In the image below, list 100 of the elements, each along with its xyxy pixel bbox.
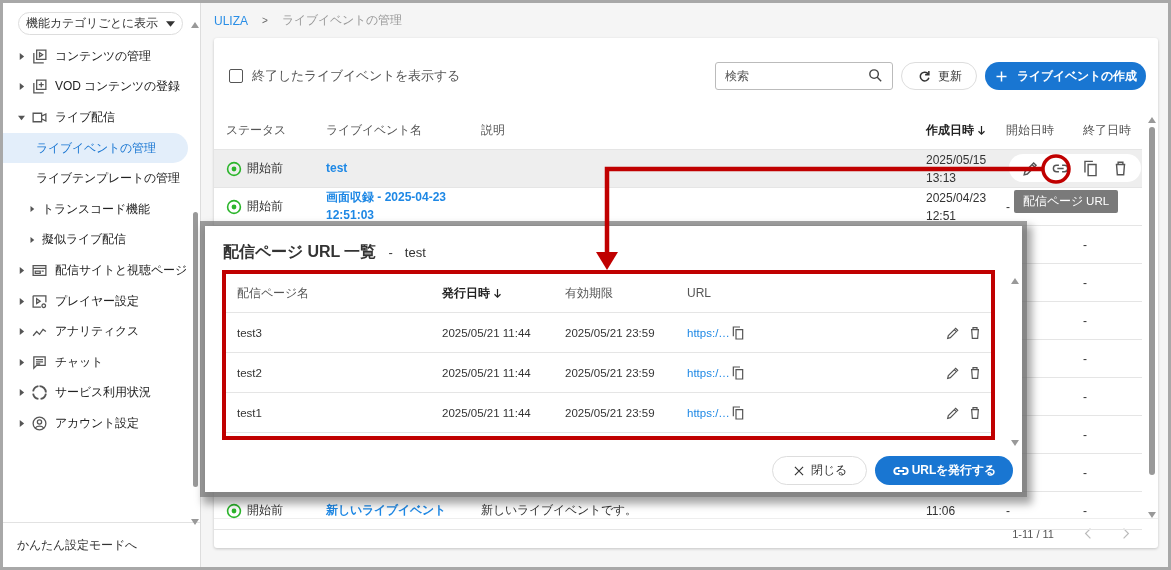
column-header[interactable]: 説明 — [481, 122, 926, 139]
nav-item[interactable]: ライブ配信 — [3, 102, 188, 133]
page-name: test2 — [237, 366, 263, 379]
sort-down-icon — [977, 125, 986, 136]
scroll-up-icon[interactable] — [1148, 117, 1156, 123]
start-date: - — [1006, 503, 1010, 518]
search-icon — [867, 67, 884, 84]
nav-item[interactable]: プレイヤー設定 — [3, 285, 188, 317]
nav-item[interactable]: アカウント設定 — [3, 408, 188, 439]
stacked-play-icon — [31, 47, 48, 65]
category-filter-button[interactable]: 機能カテゴリごとに表示 — [18, 12, 183, 35]
end-date: - — [1083, 503, 1087, 518]
account-icon — [31, 414, 48, 432]
column-header[interactable]: 終了日時 — [1083, 122, 1143, 139]
nav-item[interactable]: コンテンツの管理 — [3, 41, 188, 72]
status-dot-icon — [226, 160, 242, 177]
issued-date: 2025/05/21 11:44 — [442, 366, 532, 379]
end-date: - — [1083, 427, 1087, 442]
caret-right-icon — [18, 83, 25, 91]
chat-icon — [31, 353, 48, 371]
player-settings-icon — [31, 292, 48, 310]
page-range: 1-11 / 11 — [1012, 527, 1054, 540]
end-date: - — [1083, 237, 1087, 252]
column-header[interactable]: 発行日時 — [442, 284, 565, 302]
scroll-down-icon[interactable] — [1011, 440, 1019, 446]
breadcrumb-separator: > — [262, 15, 268, 26]
caret-right-icon — [18, 266, 25, 274]
scroll-down-icon[interactable] — [191, 519, 199, 525]
create-event-button[interactable]: ライブイベントの作成 — [985, 62, 1146, 90]
nav-item[interactable]: VOD コンテンツの登録 — [3, 71, 188, 103]
caret-right-icon — [18, 328, 25, 336]
nav-subitem[interactable]: 擬似ライブ配信 — [3, 224, 188, 256]
caret-right-icon — [18, 52, 25, 60]
expiry-date: 2025/05/21 23:59 — [565, 366, 656, 379]
expiry-date: 2025/05/21 23:59 — [565, 326, 656, 339]
event-name-link[interactable]: 画面収録 - 2025-04-23 12:51:03 — [326, 189, 481, 224]
nav-item[interactable]: 配信サイトと視聴ページ — [3, 255, 188, 286]
checkbox[interactable] — [229, 69, 243, 83]
url-link[interactable]: https:/… — [687, 366, 730, 379]
title-separator: - — [388, 245, 393, 260]
ring-chart-icon — [31, 384, 48, 402]
caret-down-icon — [18, 114, 25, 121]
event-name-link[interactable]: 新しいライブイベント — [326, 501, 446, 520]
checkbox-label: 終了したライブイベントを表示する — [252, 67, 460, 85]
issue-url-button[interactable]: URLを発行する — [875, 456, 1013, 485]
refresh-button[interactable]: 更新 — [901, 62, 977, 90]
end-date: - — [1083, 389, 1087, 404]
url-link[interactable]: https:/… — [687, 406, 730, 419]
highlight-circle — [1041, 154, 1071, 184]
status-text: 開始前 — [247, 502, 283, 519]
caret-right-icon — [18, 297, 25, 305]
close-button[interactable]: 閉じる — [772, 456, 867, 485]
nav-subitem[interactable]: ライブイベントの管理 — [3, 132, 188, 164]
page-name: test1 — [237, 406, 263, 419]
expiry-date: 2025/05/21 23:59 — [565, 406, 656, 419]
status-dot-icon — [226, 502, 242, 519]
caret-right-icon — [18, 358, 25, 366]
issued-date: 2025/05/21 11:44 — [442, 406, 532, 419]
scroll-up-icon[interactable] — [191, 22, 199, 28]
start-date: - — [1006, 199, 1010, 214]
status-dot-icon — [226, 198, 242, 215]
end-date: - — [1083, 351, 1087, 366]
dialog-subject: test — [404, 245, 426, 260]
caret-right-icon — [18, 389, 25, 397]
nav-item[interactable]: アナリティクス — [3, 316, 188, 347]
scrollbar-thumb[interactable] — [192, 212, 198, 487]
caret-right-icon — [29, 206, 35, 213]
column-header[interactable]: 有効期限 — [565, 284, 687, 302]
nav-subitem[interactable]: トランスコード機能 — [3, 193, 188, 225]
dialog-title: 配信ページ URL 一覧 — [223, 242, 377, 262]
status-text: 開始前 — [247, 198, 283, 215]
created-date: 2025/05/15 13:13 — [926, 151, 988, 187]
scrollbar-thumb[interactable] — [1149, 127, 1155, 475]
column-header[interactable]: 開始日時 — [1006, 122, 1083, 139]
column-header[interactable]: 配信ページ名 — [237, 284, 442, 302]
description-text: 新しいライブイベントです。 — [481, 502, 637, 519]
breadcrumb-current: ライブイベントの管理 — [281, 12, 402, 29]
caret-right-icon — [18, 419, 25, 427]
url-link[interactable]: https:/… — [687, 326, 730, 339]
caret-right-icon — [29, 236, 35, 243]
simple-mode-link[interactable]: かんたん設定モードへ — [17, 536, 137, 554]
column-header[interactable]: URL — [687, 286, 777, 300]
tooltip: 配信ページ URL — [1014, 190, 1118, 213]
status-text: 開始前 — [247, 160, 283, 177]
search-field[interactable]: 検索 — [715, 62, 893, 90]
sort-down-icon — [493, 287, 502, 299]
nav-item[interactable]: サービス利用状況 — [3, 377, 188, 409]
end-date: - — [1083, 275, 1087, 290]
nav-item[interactable]: チャット — [3, 346, 188, 378]
column-header[interactable]: ステータス — [226, 122, 326, 139]
created-date: 11:06 — [926, 502, 957, 520]
scroll-down-icon[interactable] — [1148, 512, 1156, 518]
column-header[interactable]: ライブイベント名 — [326, 122, 481, 139]
table-row[interactable]: 開始前 test 2025/05/15 13:13 — [214, 150, 1142, 188]
caret-icon — [166, 20, 175, 27]
column-header[interactable]: 作成日時 — [926, 122, 1006, 139]
nav-subitem[interactable]: ライブテンプレートの管理 — [3, 163, 188, 194]
scroll-up-icon[interactable] — [1011, 278, 1019, 284]
created-date: 2025/04/23 12:51 — [926, 189, 988, 225]
issued-date: 2025/05/21 11:44 — [442, 326, 532, 339]
